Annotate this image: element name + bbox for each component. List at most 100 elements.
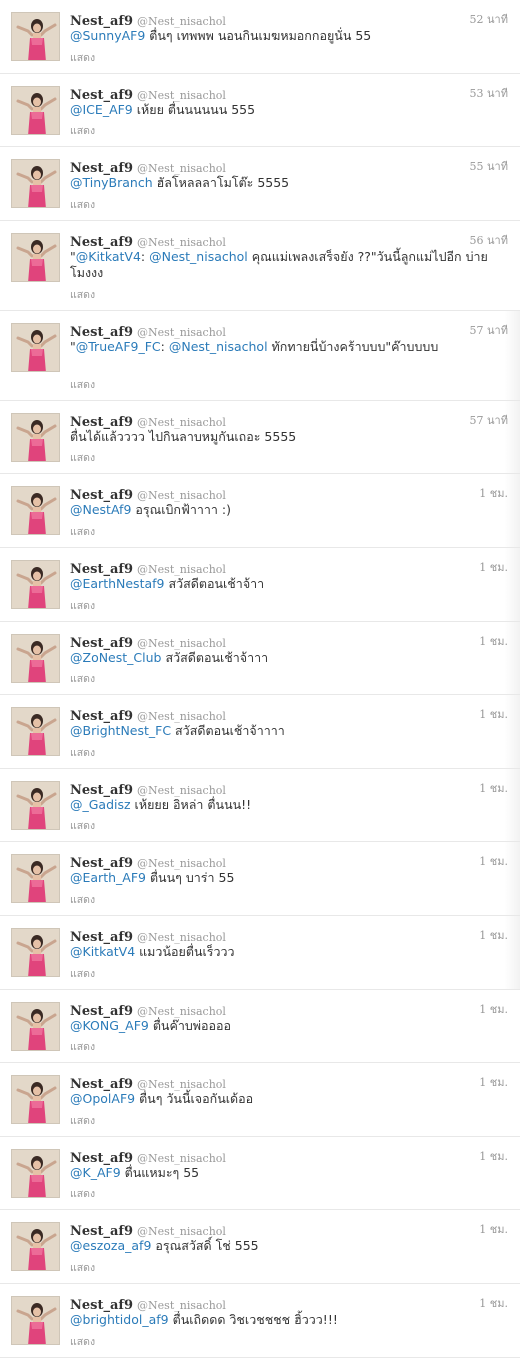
user-handle[interactable]: @Nest_nisachol (137, 1078, 226, 1091)
mention-link[interactable]: @EarthNestaf9 (70, 576, 165, 591)
avatar[interactable] (11, 486, 60, 536)
expand-link[interactable]: แสดง (70, 891, 95, 908)
user-name[interactable]: Nest_af9 (70, 88, 133, 103)
tweet-row[interactable]: Nest_af9 @Nest_nisachol 57 นาที ตื่นได้แล้ว… (0, 400, 520, 475)
tweet-row[interactable]: Nest_af9 @Nest_nisachol 1 ชม. @ZoNest_Club … (0, 621, 520, 696)
user-name[interactable]: Nest_af9 (70, 783, 133, 798)
tweet-row[interactable]: Nest_af9 @Nest_nisachol 1 ชม. @KitkatV4 แมว… (0, 915, 520, 990)
expand-link[interactable]: แสดง (70, 1333, 95, 1350)
avatar[interactable] (11, 12, 60, 61)
mention-link[interactable]: @SunnyAF9 (70, 28, 145, 43)
avatar[interactable] (11, 1075, 60, 1125)
expand-link[interactable]: แสดง (70, 376, 95, 393)
user-name[interactable]: Nest_af9 (70, 415, 133, 430)
user-name[interactable]: Nest_af9 (70, 1077, 133, 1092)
tweet-row[interactable]: Nest_af9 @Nest_nisachol 1 ชม. @Earth_AF9 ตื… (0, 842, 520, 916)
user-handle[interactable]: @Nest_nisachol (137, 857, 226, 870)
mention-link[interactable]: @Nest_nisachol (169, 339, 268, 354)
mention-link[interactable]: @OpolAF9 (70, 1091, 135, 1106)
tweet-row[interactable]: Nest_af9 @Nest_nisachol 52 นาที @SunnyAF9 ต… (0, 0, 520, 74)
tweet-row[interactable]: Nest_af9 @Nest_nisachol 1 ชม. @K_AF9 ตื่นแห… (0, 1136, 520, 1211)
mention-link[interactable]: @NestAf9 (70, 502, 131, 517)
tweet-timestamp[interactable]: 57 นาที (470, 411, 508, 429)
user-handle[interactable]: @Nest_nisachol (137, 1225, 226, 1238)
user-name[interactable]: Nest_af9 (70, 1298, 133, 1313)
user-handle[interactable]: @Nest_nisachol (137, 236, 226, 249)
user-handle[interactable]: @Nest_nisachol (137, 1005, 226, 1018)
tweet-timestamp[interactable]: 1 ชม. (479, 484, 508, 502)
tweet-timestamp[interactable]: 57 นาที (470, 321, 508, 339)
mention-link[interactable]: @Earth_AF9 (70, 870, 146, 885)
avatar[interactable] (11, 854, 60, 904)
tweet-timestamp[interactable]: 1 ชม. (479, 1000, 508, 1018)
mention-link[interactable]: @brightidol_af9 (70, 1312, 169, 1327)
avatar[interactable] (11, 1222, 60, 1272)
tweet-timestamp[interactable]: 1 ชม. (479, 926, 508, 944)
mention-link[interactable]: @KONG_AF9 (70, 1018, 149, 1033)
tweet-timestamp[interactable]: 1 ชม. (479, 852, 508, 870)
tweet-timestamp[interactable]: 53 นาที (470, 84, 508, 102)
tweet-row[interactable]: Nest_af9 @Nest_nisachol 1 ชม. @eszoza_af9 อ… (0, 1210, 520, 1284)
tweet-row[interactable]: Nest_af9 @Nest_nisachol 1 ชม. @EarthNestaf9… (0, 547, 520, 622)
user-handle[interactable]: @Nest_nisachol (137, 710, 226, 723)
avatar[interactable] (11, 780, 60, 830)
tweet-row[interactable]: Nest_af9 @Nest_nisachol 1 ชม. @brightidol_a… (0, 1283, 520, 1358)
tweet-timestamp[interactable]: 1 ชม. (479, 558, 508, 576)
tweet-row[interactable]: Nest_af9 @Nest_nisachol 53 นาที @ICE_AF9 เห… (0, 73, 520, 148)
avatar[interactable] (11, 322, 60, 372)
user-handle[interactable]: @Nest_nisachol (137, 89, 226, 102)
user-handle[interactable]: @Nest_nisachol (137, 162, 226, 175)
tweet-row[interactable]: Nest_af9 @Nest_nisachol 1 ชม. @KONG_AF9 ตื่… (0, 989, 520, 1064)
mention-link[interactable]: @eszoza_af9 (70, 1238, 151, 1253)
tweet-row[interactable]: Nest_af9 @Nest_nisachol 57 นาที "@TrueAF9_F… (0, 310, 520, 401)
user-name[interactable]: Nest_af9 (70, 930, 133, 945)
tweet-row[interactable]: Nest_af9 @Nest_nisachol 1 ชม. @BrightNest_F… (0, 695, 520, 769)
expand-link[interactable]: แสดง (70, 1112, 95, 1129)
tweet-row[interactable]: Nest_af9 @Nest_nisachol 55 นาที @TinyBranch… (0, 147, 520, 221)
expand-link[interactable]: แสดง (70, 744, 95, 761)
expand-link[interactable]: แสดง (70, 49, 95, 66)
avatar[interactable] (11, 559, 60, 609)
tweet-timestamp[interactable]: 1 ชม. (479, 1294, 508, 1312)
expand-link[interactable]: แสดง (70, 286, 95, 303)
tweet-timestamp[interactable]: 55 นาที (470, 157, 508, 175)
avatar[interactable] (11, 633, 60, 683)
expand-link[interactable]: แสดง (70, 670, 95, 687)
tweet-row[interactable]: Nest_af9 @Nest_nisachol 1 ชม. @_Gadisz เห้ย… (0, 768, 520, 843)
user-name[interactable]: Nest_af9 (70, 14, 133, 29)
user-name[interactable]: Nest_af9 (70, 325, 133, 340)
user-handle[interactable]: @Nest_nisachol (137, 1299, 226, 1312)
mention-link[interactable]: @ZoNest_Club (70, 650, 161, 665)
expand-link[interactable]: แสดง (70, 817, 95, 834)
expand-link[interactable]: แสดง (70, 196, 95, 213)
user-handle[interactable]: @Nest_nisachol (137, 326, 226, 339)
mention-link[interactable]: @TinyBranch (70, 175, 153, 190)
mention-link[interactable]: @Nest_nisachol (149, 249, 248, 264)
tweet-timestamp[interactable]: 1 ชม. (479, 1220, 508, 1238)
user-handle[interactable]: @Nest_nisachol (137, 637, 226, 650)
expand-link[interactable]: แสดง (70, 449, 95, 466)
user-handle[interactable]: @Nest_nisachol (137, 489, 226, 502)
user-name[interactable]: Nest_af9 (70, 1151, 133, 1166)
avatar[interactable] (11, 927, 60, 977)
user-name[interactable]: Nest_af9 (70, 1004, 133, 1019)
tweet-timestamp[interactable]: 1 ชม. (479, 705, 508, 723)
expand-link[interactable]: แสดง (70, 1038, 95, 1055)
expand-link[interactable]: แสดง (70, 1259, 95, 1276)
mention-link[interactable]: @BrightNest_FC (70, 723, 171, 738)
mention-link[interactable]: @TrueAF9_FC (76, 339, 161, 354)
avatar[interactable] (11, 1148, 60, 1198)
user-name[interactable]: Nest_af9 (70, 562, 133, 577)
user-handle[interactable]: @Nest_nisachol (137, 784, 226, 797)
expand-link[interactable]: แสดง (70, 1185, 95, 1202)
avatar[interactable] (11, 1001, 60, 1051)
mention-link[interactable]: @_Gadisz (70, 797, 131, 812)
tweet-timestamp[interactable]: 1 ชม. (479, 1147, 508, 1165)
tweet-row[interactable]: Nest_af9 @Nest_nisachol 56 นาที "@KitkatV4:… (0, 220, 520, 311)
avatar[interactable] (11, 232, 60, 282)
user-handle[interactable]: @Nest_nisachol (137, 931, 226, 944)
user-handle[interactable]: @Nest_nisachol (137, 563, 226, 576)
expand-link[interactable]: แสดง (70, 965, 95, 982)
tweet-row[interactable]: Nest_af9 @Nest_nisachol 1 ชม. @NestAf9 อรุณ… (0, 474, 520, 548)
mention-link[interactable]: @KitkatV4 (70, 944, 135, 959)
